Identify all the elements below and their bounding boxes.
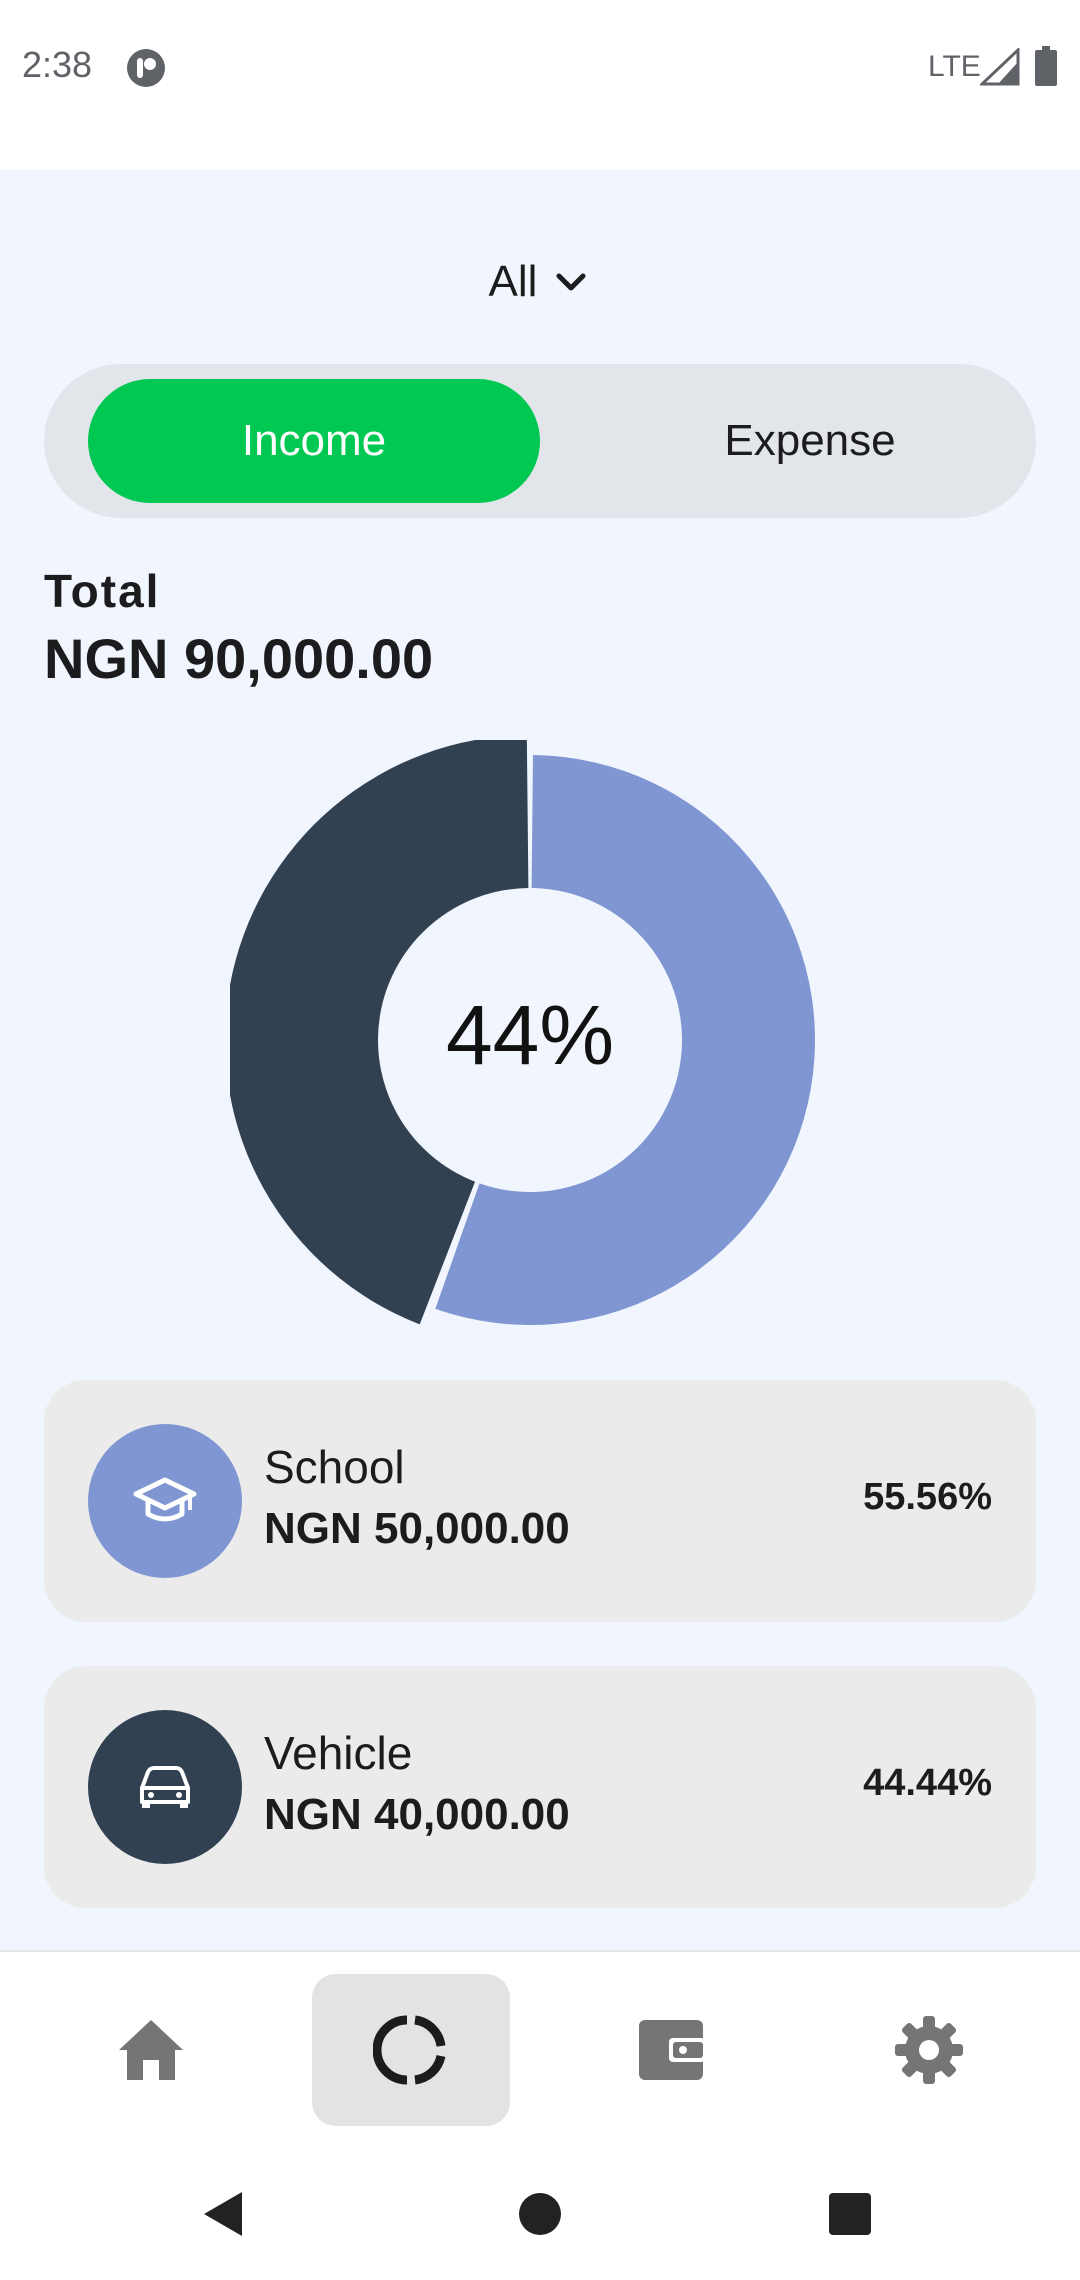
- system-back-button[interactable]: [196, 2186, 252, 2242]
- battery-icon: [1035, 46, 1057, 86]
- category-name: School: [264, 1441, 405, 1493]
- nav-analytics[interactable]: [312, 1974, 510, 2126]
- category-name: Vehicle: [264, 1727, 413, 1779]
- system-home-button[interactable]: [512, 2186, 568, 2242]
- gear-icon: [895, 2016, 963, 2084]
- nav-home[interactable]: [52, 1974, 250, 2126]
- main-content: All Income Expense Total NGN 90,000.00 4…: [0, 170, 1080, 1950]
- expense-tab[interactable]: Expense: [592, 379, 1028, 503]
- recents-icon: [829, 2193, 871, 2235]
- category-percent: 44.44%: [863, 1762, 992, 1804]
- car-icon: [140, 1766, 190, 1808]
- category-card-vehicle[interactable]: Vehicle NGN 40,000.00 44.44%: [44, 1666, 1036, 1908]
- status-bar: 2:38 LTE: [0, 0, 1080, 170]
- category-amount: NGN 50,000.00: [264, 1504, 570, 1553]
- app-notification-icon: [127, 49, 165, 87]
- graduation-cap-icon: [133, 1477, 197, 1522]
- chart-center-label: 44%: [445, 987, 615, 1082]
- network-type: LTE: [928, 50, 981, 83]
- category-icon-badge: [88, 1710, 242, 1864]
- nav-wallet[interactable]: [572, 1974, 770, 2126]
- home-circle-icon: [519, 2193, 561, 2235]
- analytics-icon: [373, 2015, 446, 2085]
- status-time: 2:38: [22, 44, 93, 85]
- nav-settings[interactable]: [830, 1974, 1028, 2126]
- income-expense-toggle: Income Expense: [44, 364, 1036, 518]
- bottom-navigation: [0, 1950, 1080, 2146]
- filter-label: All: [488, 257, 538, 306]
- category-amount: NGN 40,000.00: [264, 1790, 570, 1839]
- wallet-icon: [639, 2020, 705, 2080]
- category-icon-badge: [88, 1424, 242, 1578]
- total-label: Total: [44, 565, 161, 617]
- system-navigation: [0, 2146, 1080, 2280]
- period-filter-dropdown[interactable]: All: [0, 252, 1080, 312]
- income-tab[interactable]: Income: [88, 379, 540, 503]
- category-card-school[interactable]: School NGN 50,000.00 55.56%: [44, 1380, 1036, 1622]
- category-percent: 55.56%: [863, 1476, 992, 1518]
- home-icon: [119, 2020, 183, 2080]
- back-icon: [204, 2192, 242, 2236]
- chevron-down-icon: [556, 273, 586, 291]
- total-value: NGN 90,000.00: [44, 627, 434, 690]
- system-recents-button[interactable]: [822, 2186, 878, 2242]
- signal-icon: [980, 48, 1020, 86]
